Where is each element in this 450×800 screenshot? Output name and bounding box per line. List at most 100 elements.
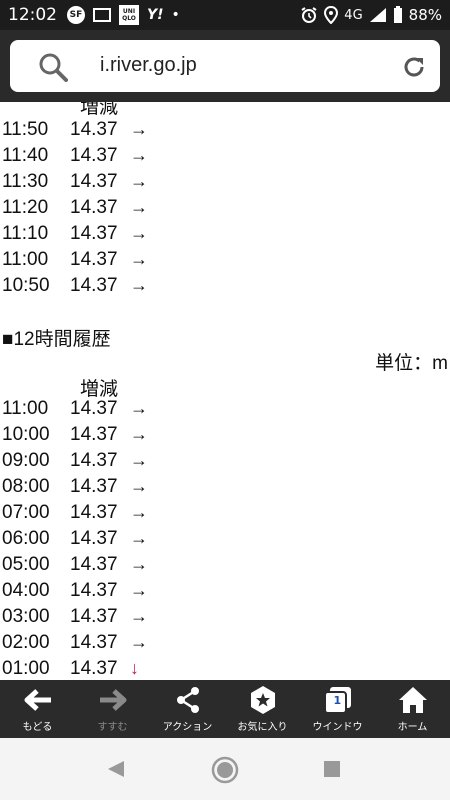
window-label: ウインドウ xyxy=(312,722,363,733)
unit-label: 単位：m xyxy=(375,353,448,374)
recent-change-header: 増減 xyxy=(80,102,119,118)
row-time: 08:00 xyxy=(2,476,50,497)
table-row: 11:50 14.37 → xyxy=(0,119,450,145)
favorites-label: お気に入り xyxy=(237,722,288,733)
alarm-icon xyxy=(301,7,317,23)
row-value: 14.37 xyxy=(70,502,118,523)
trend-arrow-icon: → xyxy=(130,554,148,574)
status-bar: 12:02 SF UNI QLO Y! • 4G 88% xyxy=(0,0,450,30)
row-time: 11:40 xyxy=(2,145,49,166)
trend-arrow-icon: → xyxy=(130,632,148,652)
more-notifications-dot-icon: • xyxy=(171,7,180,23)
url-bar[interactable]: i.river.go.jp xyxy=(10,40,440,92)
trend-arrow-icon: → xyxy=(130,249,148,269)
row-value: 14.37 xyxy=(70,249,118,270)
table-row: 11:40 14.37 → xyxy=(0,145,450,171)
trend-arrow-icon: → xyxy=(130,223,148,243)
home-icon xyxy=(398,687,427,713)
trend-arrow-icon: → xyxy=(130,502,148,522)
system-nav-bar xyxy=(0,738,450,800)
row-time: 11:50 xyxy=(2,119,49,140)
trend-arrow-icon: → xyxy=(130,450,148,470)
sf-app-icon: SF xyxy=(67,6,85,24)
arrow-left-icon xyxy=(24,689,51,711)
table-row: 09:00 14.37 → xyxy=(0,450,450,476)
back-button[interactable]: もどる xyxy=(0,680,75,738)
trend-down-arrow-icon: ↓ xyxy=(130,658,139,678)
table-row: 08:00 14.37 → xyxy=(0,476,450,502)
status-time: 12:02 xyxy=(8,5,57,25)
home-circle-icon[interactable] xyxy=(211,756,239,784)
row-time: 02:00 xyxy=(2,632,50,653)
table-row: 07:00 14.37 → xyxy=(0,502,450,528)
window-button[interactable]: 1 ウインドウ xyxy=(300,680,375,738)
row-time: 07:00 xyxy=(2,502,50,523)
yahoo-icon: Y! xyxy=(147,7,164,23)
table-row: 11:10 14.37 → xyxy=(0,223,450,249)
network-type: 4G xyxy=(344,7,363,23)
row-time: 11:20 xyxy=(2,197,49,218)
row-value: 14.37 xyxy=(70,223,118,244)
search-icon[interactable] xyxy=(38,52,68,82)
trend-arrow-icon: → xyxy=(130,606,148,626)
table-row: 01:00 14.37 ↓ xyxy=(0,658,450,680)
row-value: 14.37 xyxy=(70,450,118,471)
row-value: 14.37 xyxy=(70,171,118,192)
row-time: 09:00 xyxy=(2,450,50,471)
table-row: 06:00 14.37 → xyxy=(0,528,450,554)
trend-arrow-icon: → xyxy=(130,580,148,600)
row-value: 14.37 xyxy=(70,632,118,653)
row-time: 05:00 xyxy=(2,554,50,575)
battery-icon xyxy=(393,6,402,23)
history-change-header: 増減 xyxy=(80,379,119,400)
url-text[interactable]: i.river.go.jp xyxy=(100,54,197,77)
trend-arrow-icon: → xyxy=(130,476,148,496)
trend-arrow-icon: → xyxy=(130,171,148,191)
trend-arrow-icon: → xyxy=(130,528,148,548)
row-value: 14.37 xyxy=(70,580,118,601)
row-time: 10:50 xyxy=(2,275,50,296)
table-row: 11:00 14.37 → xyxy=(0,249,450,275)
row-time: 01:00 xyxy=(2,658,50,679)
row-value: 14.37 xyxy=(70,145,118,166)
row-value: 14.37 xyxy=(70,476,118,497)
home-button[interactable]: ホーム xyxy=(375,680,450,738)
trend-arrow-icon: → xyxy=(130,197,148,217)
signal-icon xyxy=(369,8,386,22)
row-value: 14.37 xyxy=(70,424,118,445)
table-row: 10:00 14.37 → xyxy=(0,424,450,450)
arrow-right-icon xyxy=(99,689,126,711)
row-value: 14.37 xyxy=(70,275,118,296)
action-button[interactable]: アクション xyxy=(150,680,225,738)
trend-arrow-icon: → xyxy=(130,119,148,139)
action-label: アクション xyxy=(162,722,213,733)
back-label: もどる xyxy=(22,722,53,733)
row-time: 11:30 xyxy=(2,171,49,192)
row-value: 14.37 xyxy=(70,528,118,549)
browser-address-area: i.river.go.jp xyxy=(0,30,450,102)
forward-button[interactable]: すすむ xyxy=(75,680,150,738)
row-time: 11:10 xyxy=(2,223,49,244)
location-icon xyxy=(324,6,339,24)
table-row: 10:50 14.37 → xyxy=(0,275,450,301)
star-badge-icon xyxy=(250,686,275,714)
history-section-title: ■12時間履歴 xyxy=(2,329,111,350)
table-row: 05:00 14.37 → xyxy=(0,554,450,580)
page-content: 増減 11:50 14.37 → 11:40 14.37 → 11:30 14.… xyxy=(0,102,450,680)
row-time: 11:00 xyxy=(2,398,49,419)
favorites-button[interactable]: お気に入り xyxy=(225,680,300,738)
table-row: 02:00 14.37 → xyxy=(0,632,450,658)
table-row: 04:00 14.37 → xyxy=(0,580,450,606)
recents-square-icon[interactable] xyxy=(323,760,341,778)
uniqlo-icon: UNI QLO xyxy=(119,5,139,25)
battery-percent: 88% xyxy=(408,6,442,24)
table-row: 11:00 14.37 → xyxy=(0,398,450,424)
back-triangle-icon[interactable] xyxy=(106,759,126,779)
reload-icon[interactable] xyxy=(402,55,426,79)
row-time: 06:00 xyxy=(2,528,50,549)
row-time: 11:00 xyxy=(2,249,49,270)
row-value: 14.37 xyxy=(70,197,118,218)
home-label: ホーム xyxy=(397,722,428,733)
table-row: 03:00 14.37 → xyxy=(0,606,450,632)
browser-toolbar: もどる すすむ アクション お気に入り 1 ウインドウ ホーム xyxy=(0,680,450,738)
